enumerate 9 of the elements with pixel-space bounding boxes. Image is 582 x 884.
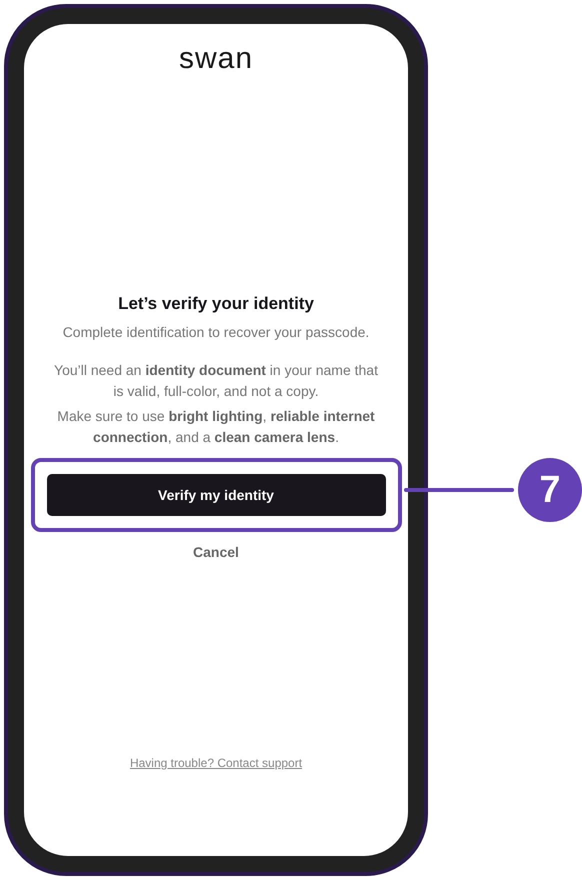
verify-button[interactable]: Verify my identity bbox=[46, 474, 386, 516]
support-link[interactable]: Having trouble? Contact support bbox=[130, 756, 302, 770]
instruction-text: You’ll need an identity document in your name that is valid, full-color, and not a copy. bbox=[53, 361, 379, 401]
instruction-text: Make sure to use bright lighting, reliable internet connection, and a clean camera lens. bbox=[56, 407, 376, 447]
logo: swan bbox=[178, 42, 254, 76]
cancel-button[interactable]: Cancel bbox=[185, 540, 247, 564]
subtitle-text: Complete identification to recover your passcode. bbox=[62, 324, 370, 340]
step-badge: 7 bbox=[518, 458, 582, 522]
page-title: Let’s verify your identity bbox=[118, 294, 314, 314]
